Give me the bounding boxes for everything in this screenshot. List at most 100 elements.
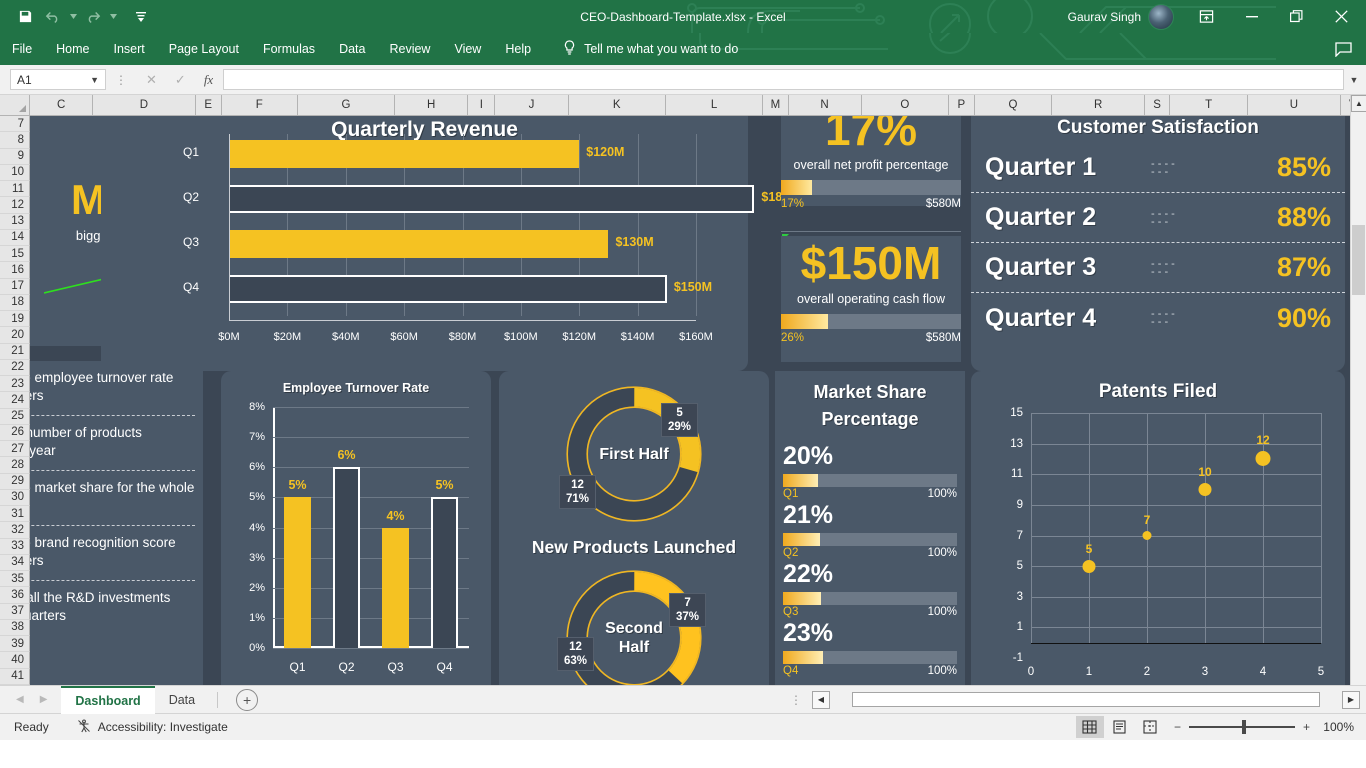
row-header-11[interactable]: 11 (0, 181, 30, 198)
name-box-dropdown-icon[interactable]: ▼ (90, 75, 99, 85)
account-name[interactable]: Gaurav Singh (1068, 10, 1141, 24)
column-header-F[interactable]: F (221, 95, 298, 116)
new-products-launched-panel[interactable]: First Half 5 29% 12 71% New Products Lau… (499, 371, 769, 685)
column-header-U[interactable]: U (1248, 95, 1341, 116)
row-header-23[interactable]: 23 (0, 376, 30, 393)
tab-review[interactable]: Review (377, 36, 442, 62)
sheet-tab-data[interactable]: Data (155, 686, 209, 714)
row-header-16[interactable]: 16 (0, 262, 30, 279)
normal-view-icon[interactable] (1075, 716, 1104, 738)
row-header-34[interactable]: 34 (0, 554, 30, 571)
minimize-icon[interactable] (1229, 1, 1274, 33)
ribbon-display-options-icon[interactable] (1184, 1, 1229, 33)
zoom-in-icon[interactable]: + (1303, 720, 1310, 734)
column-header-K[interactable]: K (568, 95, 666, 116)
column-header-O[interactable]: O (861, 95, 950, 116)
zoom-out-icon[interactable]: − (1174, 720, 1181, 734)
quarterly-revenue-chart[interactable]: Quarterly Revenue Q1$120MQ2$180MQ3$130MQ… (101, 116, 800, 371)
row-header-12[interactable]: 12 (0, 197, 30, 214)
column-header-P[interactable]: P (949, 95, 975, 116)
column-header-M[interactable]: M (763, 95, 789, 116)
row-header-32[interactable]: 32 (0, 522, 30, 539)
previous-sheet-icon[interactable]: ◀ (16, 694, 24, 705)
expand-formula-bar-icon[interactable]: ▼ (1346, 75, 1362, 85)
tab-page-layout[interactable]: Page Layout (157, 36, 251, 62)
column-header-I[interactable]: I (468, 95, 496, 116)
row-header-17[interactable]: 17 (0, 278, 30, 295)
confirm-icon[interactable]: ✓ (175, 72, 186, 88)
column-header-H[interactable]: H (395, 95, 469, 116)
row-header-37[interactable]: 37 (0, 603, 30, 620)
row-header-15[interactable]: 15 (0, 246, 30, 263)
select-all-corner[interactable] (0, 95, 30, 116)
row-header-36[interactable]: 36 (0, 587, 30, 604)
row-header-10[interactable]: 10 (0, 164, 30, 181)
column-header-Q[interactable]: Q (974, 95, 1053, 116)
row-header-14[interactable]: 14 (0, 229, 30, 246)
employee-turnover-chart[interactable]: Employee Turnover Rate 0% 1% 2% 3% 4% 5% 6% 7% 8… (221, 371, 491, 685)
insert-function-icon[interactable]: fx (204, 72, 213, 88)
column-header-J[interactable]: J (495, 95, 569, 116)
row-header-8[interactable]: 8 (0, 132, 30, 149)
row-header-35[interactable]: 35 (0, 571, 30, 588)
cancel-icon[interactable]: ✕ (146, 72, 157, 88)
column-header-R[interactable]: R (1052, 95, 1145, 116)
zoom-slider[interactable]: − + (1174, 720, 1310, 734)
tab-home[interactable]: Home (44, 36, 101, 62)
row-header-26[interactable]: 26 (0, 424, 30, 441)
scroll-split-handle[interactable]: ⋮ (780, 693, 812, 707)
formula-input[interactable] (223, 69, 1344, 90)
row-header-21[interactable]: 21 (0, 343, 30, 360)
accessibility-status[interactable]: Accessibility: Investigate (63, 718, 242, 736)
vertical-scrollbar-thumb[interactable] (1352, 225, 1365, 295)
avatar[interactable] (1148, 3, 1174, 30)
column-header-D[interactable]: D (93, 95, 196, 116)
tab-view[interactable]: View (442, 36, 493, 62)
restore-icon[interactable] (1274, 1, 1319, 33)
column-header-E[interactable]: E (195, 95, 222, 116)
vertical-scrollbar[interactable]: ▲ (1350, 95, 1366, 685)
tab-formulas[interactable]: Formulas (251, 36, 327, 62)
close-icon[interactable] (1319, 1, 1364, 33)
row-header-9[interactable]: 9 (0, 148, 30, 165)
column-header-C[interactable]: C (30, 95, 94, 116)
row-header-28[interactable]: 28 (0, 457, 30, 474)
sheet-tab-dashboard[interactable]: Dashboard (61, 685, 155, 714)
tab-insert[interactable]: Insert (102, 36, 157, 62)
row-header-25[interactable]: 25 (0, 408, 30, 425)
zoom-thumb[interactable] (1241, 720, 1246, 734)
row-header-19[interactable]: 19 (0, 311, 30, 328)
row-header-22[interactable]: 22 (0, 359, 30, 376)
column-header-L[interactable]: L (665, 95, 764, 116)
row-header-29[interactable]: 29 (0, 473, 30, 490)
name-box[interactable]: A1 ▼ (10, 69, 106, 90)
page-layout-view-icon[interactable] (1106, 716, 1134, 738)
column-header-T[interactable]: T (1170, 95, 1249, 116)
column-header-G[interactable]: G (297, 95, 396, 116)
zoom-level[interactable]: 100% (1320, 720, 1354, 734)
column-header-N[interactable]: N (788, 95, 862, 116)
row-header-24[interactable]: 24 (0, 392, 30, 409)
zoom-track[interactable] (1188, 720, 1295, 734)
row-header-30[interactable]: 30 (0, 489, 30, 506)
tab-file[interactable]: File (0, 36, 44, 62)
row-header-7[interactable]: 7 (0, 116, 30, 133)
scroll-up-icon[interactable]: ▲ (1351, 95, 1366, 112)
row-header-38[interactable]: 38 (0, 619, 30, 636)
tab-help[interactable]: Help (493, 36, 543, 62)
page-break-preview-icon[interactable] (1136, 716, 1164, 738)
next-sheet-icon[interactable]: ▶ (40, 694, 48, 705)
row-header-33[interactable]: 33 (0, 538, 30, 555)
row-header-27[interactable]: 27 (0, 441, 30, 458)
row-header-13[interactable]: 13 (0, 213, 30, 230)
row-header-41[interactable]: 41 (0, 668, 30, 685)
row-header-20[interactable]: 20 (0, 327, 30, 344)
add-sheet-icon[interactable]: + (236, 688, 259, 711)
tab-data[interactable]: Data (327, 36, 377, 62)
scroll-left-icon[interactable]: ◀ (812, 690, 830, 709)
horizontal-scrollbar[interactable] (852, 692, 1320, 707)
row-header-31[interactable]: 31 (0, 506, 30, 523)
column-header-S[interactable]: S (1144, 95, 1171, 116)
scroll-right-icon[interactable]: ▶ (1342, 690, 1360, 709)
row-header-39[interactable]: 39 (0, 636, 30, 653)
